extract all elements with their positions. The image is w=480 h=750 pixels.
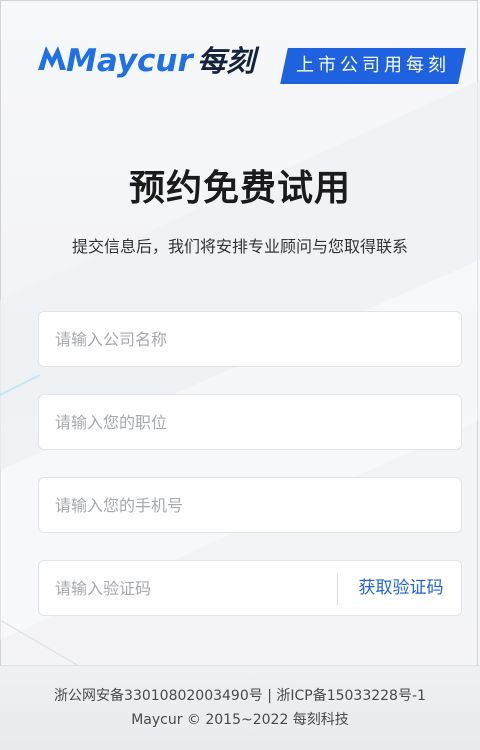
phone-field	[38, 477, 462, 533]
company-field	[38, 311, 462, 367]
slogan-text: 上市公司用每刻	[296, 55, 450, 76]
phone-input[interactable]	[55, 478, 325, 532]
brand-name-cn: 每刻	[197, 44, 256, 78]
verification-code-input[interactable]	[55, 561, 325, 615]
page-title: 预约免费试用	[128, 168, 351, 209]
verification-code-field: 获取验证码	[38, 560, 462, 616]
page-subtitle: 提交信息后，我们将安排专业顾问与您取得联系	[71, 237, 408, 256]
field-divider	[337, 573, 338, 605]
get-code-button[interactable]: 获取验证码	[345, 561, 457, 615]
maycur-logo-icon	[38, 46, 66, 70]
footer: 浙公网安备33010802003490号 | 浙ICP备15033228号-1 …	[0, 665, 480, 750]
footer-copyright: Maycur © 2015~2022 每刻科技	[131, 712, 349, 728]
page-frame	[0, 0, 478, 747]
brand-name: Maycur	[66, 43, 193, 79]
company-input[interactable]	[55, 312, 325, 366]
position-field	[38, 394, 462, 450]
position-input[interactable]	[55, 395, 325, 449]
footer-registration: 浙公网安备33010802003490号 | 浙ICP备15033228号-1	[54, 688, 426, 704]
